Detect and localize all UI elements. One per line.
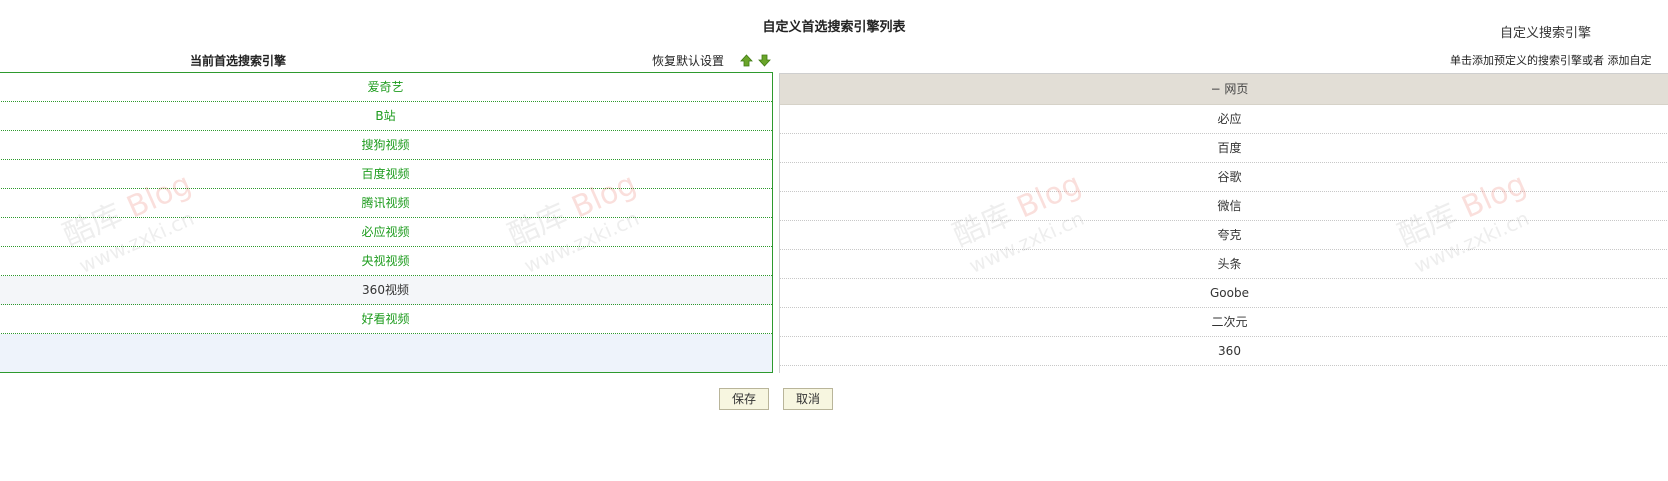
custom-search-engine-title: 自定义搜索引擎: [1500, 26, 1592, 41]
list-item[interactable]: 百度视频: [0, 160, 772, 189]
list-item[interactable]: 二次元: [780, 308, 1668, 337]
current-engines-heading: 当前首选搜索引擎: [190, 54, 287, 68]
list-item[interactable]: 爱奇艺: [0, 73, 772, 102]
list-item[interactable]: Goobe: [780, 279, 1668, 308]
list-item[interactable]: 头条: [780, 250, 1668, 279]
list-item[interactable]: 谷歌: [780, 163, 1668, 192]
list-item[interactable]: 好看视频: [0, 305, 772, 334]
move-down-icon[interactable]: [758, 54, 771, 67]
list-item[interactable]: 必应视频: [0, 218, 772, 247]
restore-defaults-link[interactable]: 恢复默认设置: [652, 52, 724, 69]
page-title: 自定义首选搜索引擎列表: [762, 20, 906, 35]
add-engine-instruction: 单击添加预定义的搜索引擎或者 添加自定: [1450, 54, 1652, 67]
list-item[interactable]: 夸克: [780, 221, 1668, 250]
list-item[interactable]: B站: [0, 102, 772, 131]
predefined-engine-list: − 网页 必应 百度 谷歌 微信 夸克 头条 Goobe 二次元 360: [779, 73, 1668, 373]
preferred-engine-list: 爱奇艺 B站 搜狗视频 百度视频 腾讯视频 必应视频 央视视频 360视频 好看…: [0, 72, 773, 373]
list-item[interactable]: 360: [780, 337, 1668, 366]
list-item[interactable]: 央视视频: [0, 247, 772, 276]
list-item[interactable]: 腾讯视频: [0, 189, 772, 218]
save-button[interactable]: 保存: [719, 388, 770, 410]
list-item[interactable]: 360视频: [0, 276, 772, 305]
move-up-icon[interactable]: [740, 54, 753, 67]
list-item[interactable]: 必应: [780, 105, 1668, 134]
cancel-button[interactable]: 取消: [783, 388, 834, 410]
list-item[interactable]: 百度: [780, 134, 1668, 163]
group-header-web[interactable]: − 网页: [780, 74, 1668, 105]
list-item[interactable]: 微信: [780, 192, 1668, 221]
list-item[interactable]: 搜狗视频: [0, 131, 772, 160]
